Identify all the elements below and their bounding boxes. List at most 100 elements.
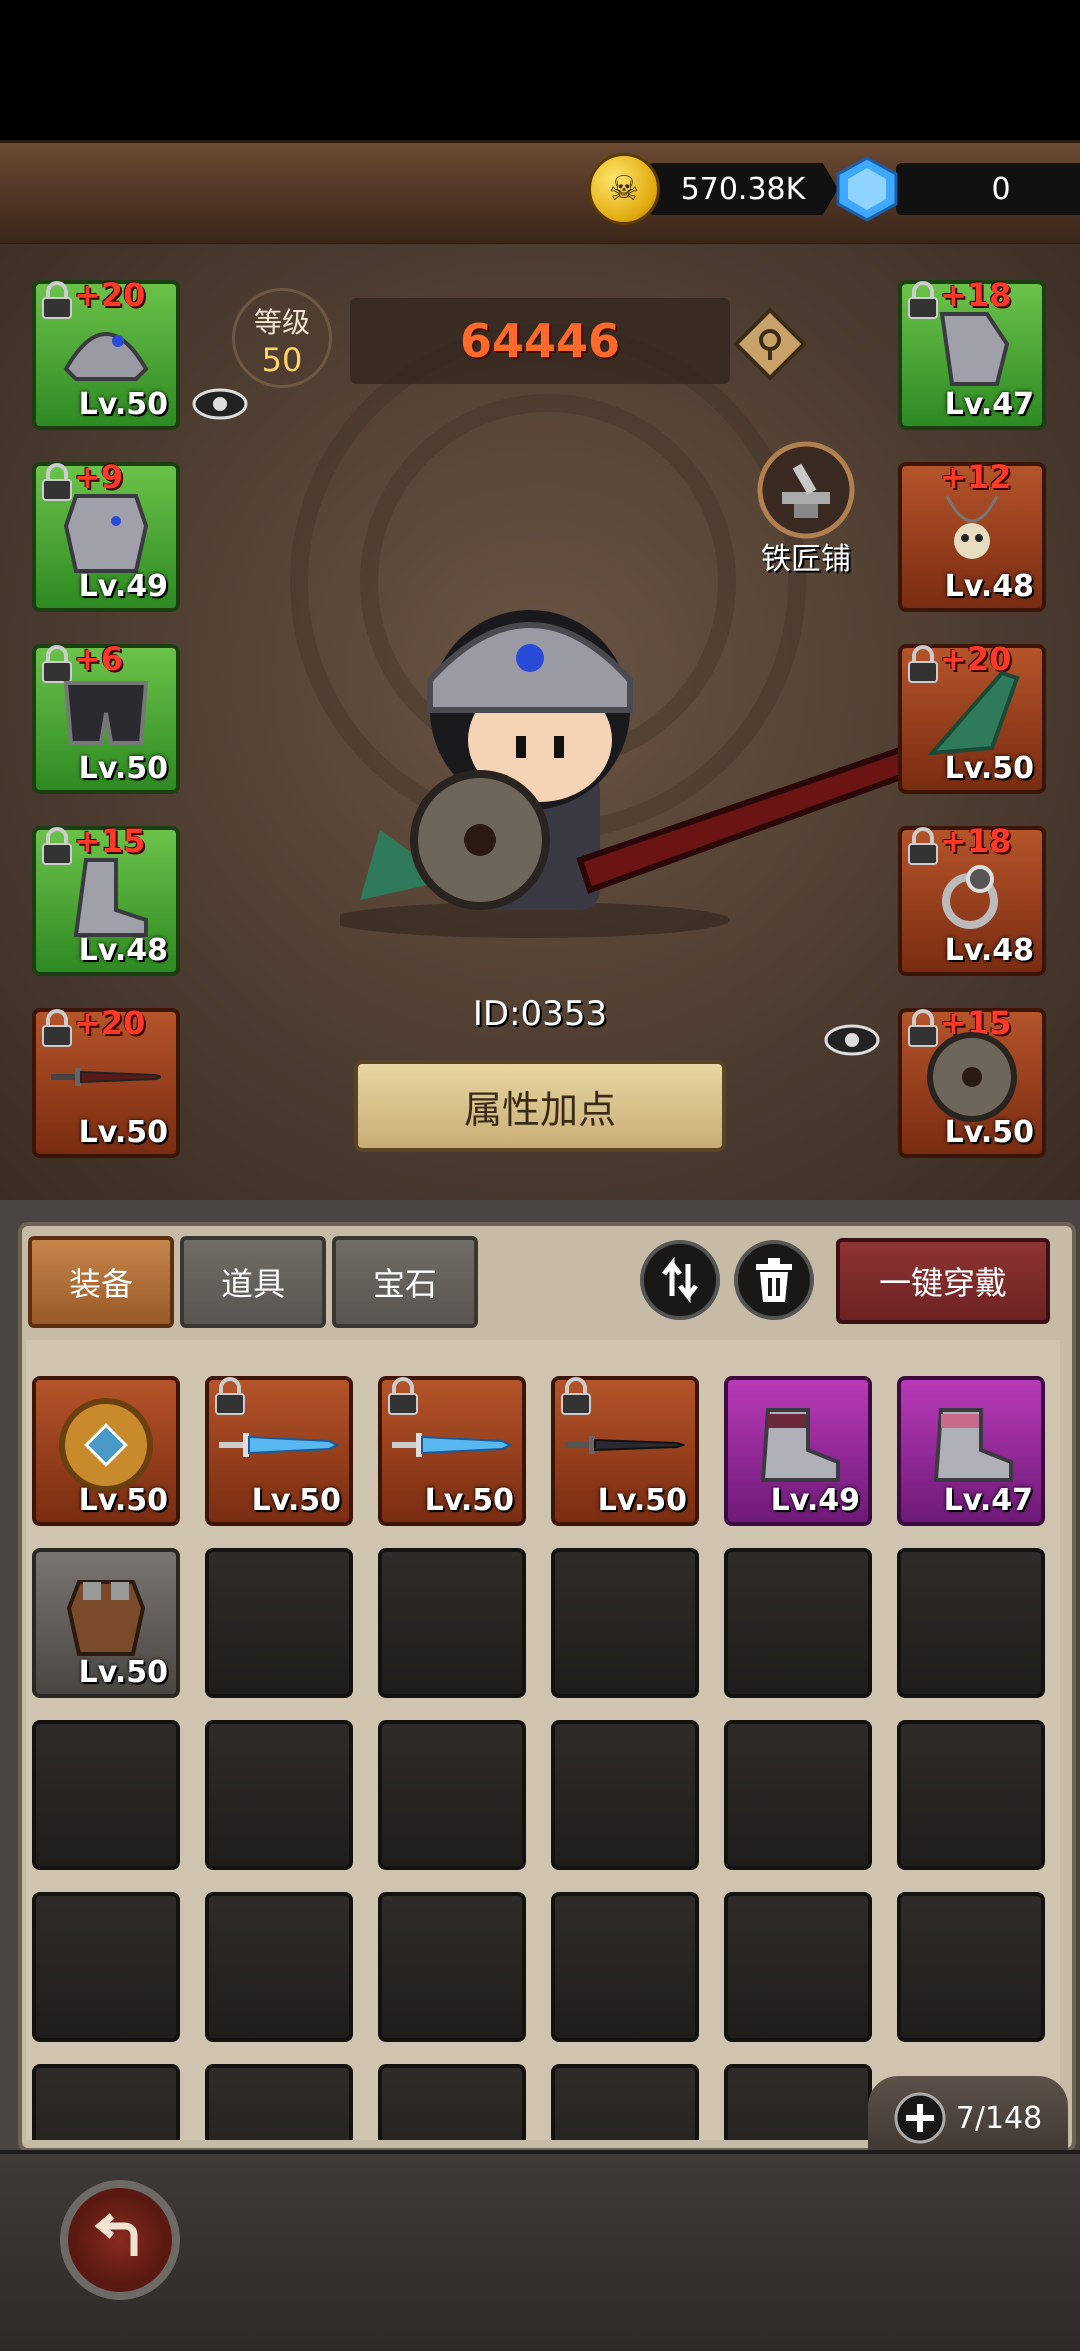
equip-slot-shield[interactable]: +15 Lv.50 <box>898 1004 1046 1158</box>
empty-slot[interactable] <box>551 1892 699 2042</box>
item-level: Lv.49 <box>78 569 168 604</box>
empty-slot[interactable] <box>205 1548 353 1698</box>
empty-slot[interactable] <box>32 1720 180 1870</box>
boots-icon <box>73 858 148 938</box>
inventory-item[interactable]: Lv.49 <box>724 1376 872 1526</box>
inventory-item[interactable]: Lv.50 <box>551 1376 699 1526</box>
empty-slot[interactable] <box>551 1720 699 1870</box>
empty-slot[interactable] <box>378 2064 526 2140</box>
empty-slot[interactable] <box>897 1548 1045 1698</box>
eye-icon[interactable] <box>192 386 248 422</box>
eye-icon[interactable] <box>824 1022 880 1058</box>
attribute-points-button[interactable]: 属性加点 <box>354 1060 726 1152</box>
empty-slot[interactable] <box>32 2064 180 2140</box>
equip-slot-cape[interactable]: +20 Lv.50 <box>898 640 1046 794</box>
dark-sword-icon <box>565 1436 685 1455</box>
empty-slot[interactable] <box>378 1548 526 1698</box>
empty-slot[interactable] <box>724 1548 872 1698</box>
ice-sword-icon <box>392 1433 512 1458</box>
boots-icon <box>933 1408 1013 1483</box>
anvil-icon <box>757 441 855 539</box>
boots-icon <box>760 1408 840 1483</box>
equip-slot-weapon[interactable]: +20 Lv.50 <box>32 1004 180 1158</box>
combat-power: 64446 <box>350 298 730 384</box>
item-level: Lv.49 <box>770 1483 860 1518</box>
equip-slot-gloves[interactable]: +18 Lv.47 <box>898 276 1046 430</box>
level-label: 等级 <box>253 306 310 339</box>
sword-icon <box>51 1068 161 1087</box>
empty-slot[interactable] <box>724 1720 872 1870</box>
skull-necklace-icon <box>945 495 999 560</box>
level-value: 50 <box>261 341 303 379</box>
empty-slot[interactable] <box>551 2064 699 2140</box>
empty-slot[interactable] <box>551 1548 699 1698</box>
ice-sword-icon <box>219 1433 339 1458</box>
gem-amount: 0 <box>896 163 1080 215</box>
equip-slot-ring[interactable]: +18 Lv.48 <box>898 822 1046 976</box>
lock-icon <box>388 1377 418 1415</box>
empty-slot[interactable] <box>897 1720 1045 1870</box>
ring-icon <box>942 865 998 930</box>
inventory-item[interactable]: Lv.50 <box>32 1376 180 1526</box>
level-badge: 等级 50 <box>232 288 332 388</box>
equip-slot-necklace[interactable]: +12 Lv.48 <box>898 458 1046 612</box>
leather-armor-icon <box>66 1580 146 1657</box>
tab-equipment[interactable]: 装备 <box>28 1236 174 1328</box>
return-arrow-icon <box>94 2213 138 2256</box>
empty-slot[interactable] <box>897 1892 1045 2042</box>
lock-icon <box>42 1009 72 1047</box>
cape-icon <box>927 670 1020 756</box>
empty-slot[interactable] <box>205 1892 353 2042</box>
tab-items[interactable]: 道具 <box>180 1236 326 1328</box>
equip-slot-helmet[interactable]: +20 Lv.50 <box>32 276 180 430</box>
item-level: Lv.50 <box>597 1483 687 1518</box>
item-level: Lv.50 <box>78 1483 168 1518</box>
lock-icon <box>561 1377 591 1415</box>
equip-slot-boots[interactable]: +15 Lv.48 <box>32 822 180 976</box>
tab-gems[interactable]: 宝石 <box>332 1236 478 1328</box>
item-level: Lv.50 <box>944 751 1034 786</box>
inventory-item[interactable]: Lv.47 <box>897 1376 1045 1526</box>
inventory-item[interactable]: Lv.50 <box>205 1376 353 1526</box>
lock-icon <box>215 1377 245 1415</box>
trash-icon <box>756 1258 792 1302</box>
empty-slot[interactable] <box>205 1720 353 1870</box>
round-shield-icon <box>59 1398 153 1493</box>
blue-diamond-icon <box>832 154 902 224</box>
back-button[interactable] <box>60 2180 180 2300</box>
shield-icon <box>927 1032 1017 1123</box>
item-level: Lv.50 <box>78 1115 168 1150</box>
sort-button[interactable] <box>640 1240 720 1320</box>
delete-button[interactable] <box>734 1240 814 1320</box>
empty-slot[interactable] <box>205 2064 353 2140</box>
item-level: Lv.50 <box>78 751 168 786</box>
equip-slot-legs[interactable]: +6 Lv.50 <box>32 640 180 794</box>
item-level: Lv.50 <box>424 1483 514 1518</box>
inventory-item[interactable]: Lv.50 <box>32 1548 180 1698</box>
item-level: Lv.47 <box>943 1483 1033 1518</box>
item-level: Lv.50 <box>944 1115 1034 1150</box>
gem-currency: 0 <box>832 155 1080 223</box>
enhance-level: +18 <box>940 822 1012 860</box>
plus-icon <box>894 2092 946 2144</box>
inventory-capacity[interactable]: 7/148 <box>868 2076 1068 2160</box>
empty-slot[interactable] <box>378 1892 526 2042</box>
location-pin-icon[interactable] <box>732 306 808 382</box>
sort-arrows-icon <box>662 1256 698 1304</box>
empty-slot[interactable] <box>378 1720 526 1870</box>
skull-coin-icon: ☠ <box>588 153 660 225</box>
helmet-icon <box>63 332 149 382</box>
inventory-item[interactable]: Lv.50 <box>378 1376 526 1526</box>
equip-slot-chest[interactable]: +9 Lv.49 <box>32 458 180 612</box>
hero-character <box>340 610 926 938</box>
empty-slot[interactable] <box>724 1892 872 2042</box>
item-level: Lv.47 <box>944 387 1034 422</box>
enhance-level: +6 <box>74 640 124 678</box>
chest-armor-icon <box>63 494 149 574</box>
enhance-level: +20 <box>74 1004 146 1042</box>
equip-all-button[interactable]: 一键穿戴 <box>836 1238 1050 1324</box>
item-level: Lv.50 <box>251 1483 341 1518</box>
empty-slot[interactable] <box>724 2064 872 2140</box>
empty-slot[interactable] <box>32 1892 180 2042</box>
item-level: Lv.48 <box>78 933 168 968</box>
